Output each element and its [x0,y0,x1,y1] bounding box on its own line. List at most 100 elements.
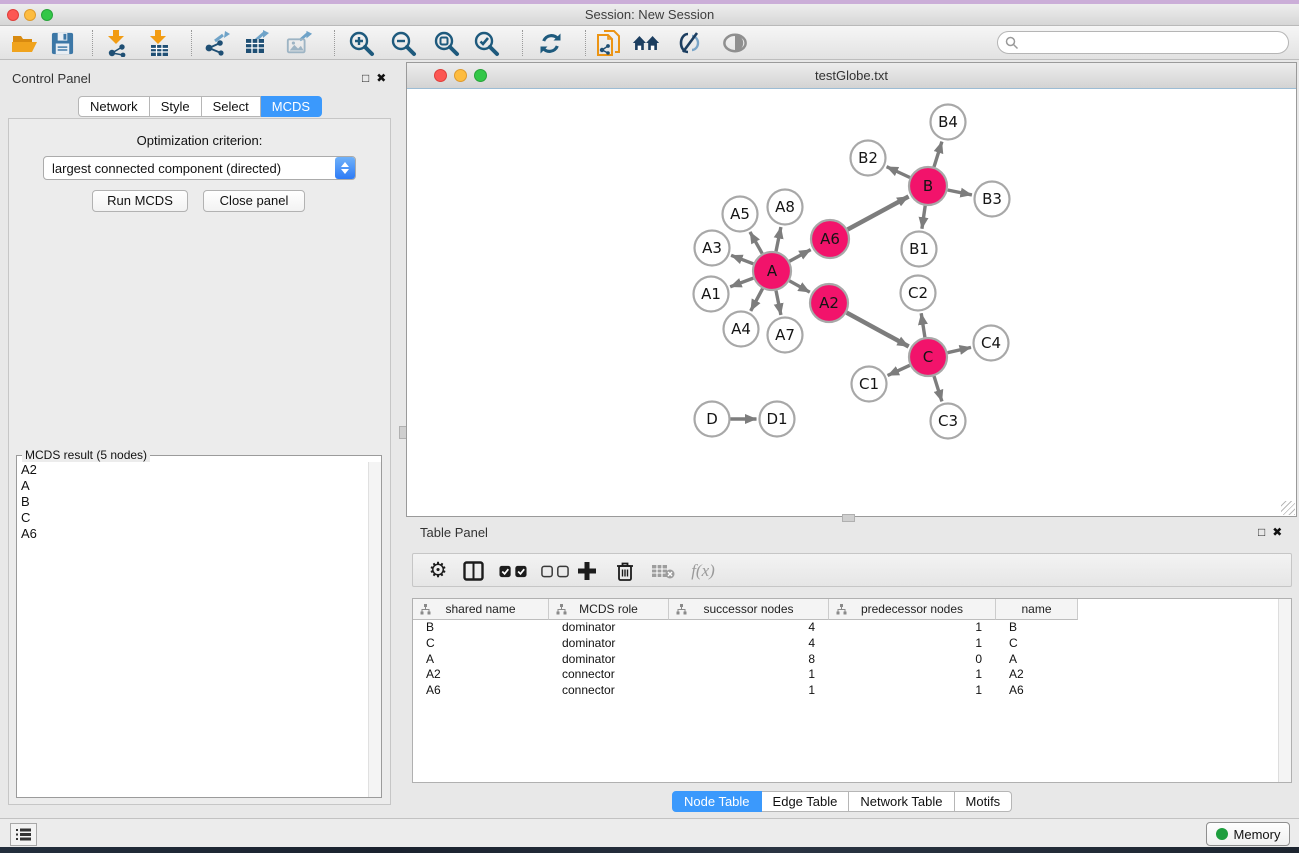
deselect-all-rows-button[interactable] [541,557,569,585]
import-network-button[interactable] [103,29,131,57]
export-network-button[interactable] [202,29,230,57]
create-column-button[interactable] [573,557,601,585]
table-cell: C [413,636,549,652]
mcds-result-item[interactable]: C [17,510,368,526]
edge-A-A4[interactable] [751,289,763,311]
horizontal-split-handle[interactable] [842,514,855,522]
minimize-window-button[interactable] [24,9,36,21]
edge-A-A3[interactable] [731,255,753,263]
network-minimize-button[interactable] [454,69,467,82]
mcds-result-item[interactable]: A [17,478,368,494]
mcds-result-list[interactable]: A2ABCA6 [17,462,368,797]
select-all-rows-button[interactable] [499,557,527,585]
criterion-dropdown[interactable]: largest connected component (directed) [43,156,356,180]
edge-A6-B[interactable] [848,197,909,230]
table-scrollbar[interactable] [1278,599,1291,782]
edge-B-B4[interactable] [934,142,942,167]
import-table-button[interactable] [145,29,173,57]
network-zoom-button[interactable] [474,69,487,82]
tab-select[interactable]: Select [202,96,261,117]
edge-A-A1[interactable] [730,278,753,287]
show-graphics-details-button[interactable] [721,29,749,57]
memory-status-icon [1216,828,1228,840]
table-row[interactable]: A6connector11A6 [413,683,1291,699]
tab-node-table[interactable]: Node Table [672,791,762,812]
edge-C-C3[interactable] [934,376,942,401]
float-panel-icon[interactable]: □ [1258,525,1265,539]
toolbar-separator [585,30,586,56]
edge-C-C4[interactable] [948,347,972,352]
node-label-D1: D1 [766,410,787,428]
table-row[interactable]: A2connector11A2 [413,667,1291,683]
run-mcds-button[interactable]: Run MCDS [92,190,188,212]
save-session-button[interactable] [48,29,76,57]
edge-A-A7[interactable] [776,291,781,315]
export-table-button[interactable] [243,29,271,57]
mcds-result-item[interactable]: A6 [17,526,368,542]
open-session-button[interactable] [10,29,38,57]
table-row[interactable]: Cdominator41C [413,636,1291,652]
edge-C-C1[interactable] [888,365,910,375]
column-header-predecessor-nodes[interactable]: predecessor nodes [829,599,996,620]
tab-motifs[interactable]: Motifs [955,791,1013,812]
mcds-result-item[interactable]: A2 [17,462,368,478]
table-row[interactable]: Bdominator41B [413,620,1291,636]
zoom-out-button[interactable] [389,29,417,57]
tab-mcds[interactable]: MCDS [261,96,322,117]
column-header-MCDS-role[interactable]: MCDS role [549,599,669,620]
tab-edge-table[interactable]: Edge Table [762,791,850,812]
cybrowser-button[interactable] [632,29,660,57]
network-window-titlebar[interactable]: testGlobe.txt [407,63,1296,89]
tab-network-table[interactable]: Network Table [849,791,954,812]
toggle-column-panel-button[interactable] [459,557,487,585]
edge-A-A8[interactable] [776,227,781,251]
table-cell: 0 [829,652,996,668]
mcds-list-scrollbar[interactable] [368,462,381,797]
table-row[interactable]: Adominator80A [413,652,1291,668]
table-cell: C [996,636,1078,652]
new-network-from-selection-button[interactable] [594,29,622,57]
zoom-selected-button[interactable] [472,29,500,57]
close-panel-icon[interactable]: ✖ [1272,525,1282,539]
hide-labels-button[interactable] [676,29,704,57]
close-panel-button[interactable]: Close panel [203,190,305,212]
node-label-C: C [923,348,933,366]
edge-B-B3[interactable] [948,190,972,195]
memory-button[interactable]: Memory [1206,822,1290,846]
edge-A2-C[interactable] [847,313,909,347]
edge-B-B2[interactable] [887,167,910,178]
refresh-layout-button[interactable] [536,29,564,57]
edge-B-B1[interactable] [922,206,925,229]
network-view-window: testGlobe.txt AA1A3A5A8A4A7A6A2BB2B4B3B1… [406,62,1297,517]
tab-network[interactable]: Network [78,96,150,117]
function-builder-button[interactable]: f(x) [685,557,721,585]
zoom-in-button[interactable] [347,29,375,57]
close-panel-icon[interactable]: ✖ [376,71,386,85]
column-header-label: name [1021,602,1051,616]
edge-A-A2[interactable] [789,281,809,292]
close-window-button[interactable] [7,9,19,21]
zoom-fit-button[interactable] [432,29,460,57]
column-header-name[interactable]: name [996,599,1078,620]
edge-A-A5[interactable] [750,232,762,254]
delete-column-button[interactable] [611,557,639,585]
float-panel-icon[interactable]: □ [362,71,369,85]
column-header-shared-name[interactable]: shared name [413,599,549,620]
zoom-window-button[interactable] [41,9,53,21]
home-icon [632,31,660,55]
tab-style[interactable]: Style [150,96,202,117]
column-header-successor-nodes[interactable]: successor nodes [669,599,829,620]
mcds-result-item[interactable]: B [17,494,368,510]
delete-table-button[interactable] [649,557,677,585]
edge-A-A6[interactable] [790,250,811,262]
export-image-button[interactable] [285,29,313,57]
table-panel-title: Table Panel [420,525,488,540]
edge-C-C2[interactable] [921,313,925,337]
search-field[interactable] [997,31,1289,54]
search-input[interactable] [1019,36,1269,50]
window-resize-grip[interactable] [1281,501,1295,515]
network-close-button[interactable] [434,69,447,82]
network-canvas[interactable]: AA1A3A5A8A4A7A6A2BB2B4B3B1CC2C4C1C3DD1 [407,90,1296,517]
task-history-button[interactable] [10,823,37,846]
table-settings-button[interactable]: ⚙ [424,557,452,585]
